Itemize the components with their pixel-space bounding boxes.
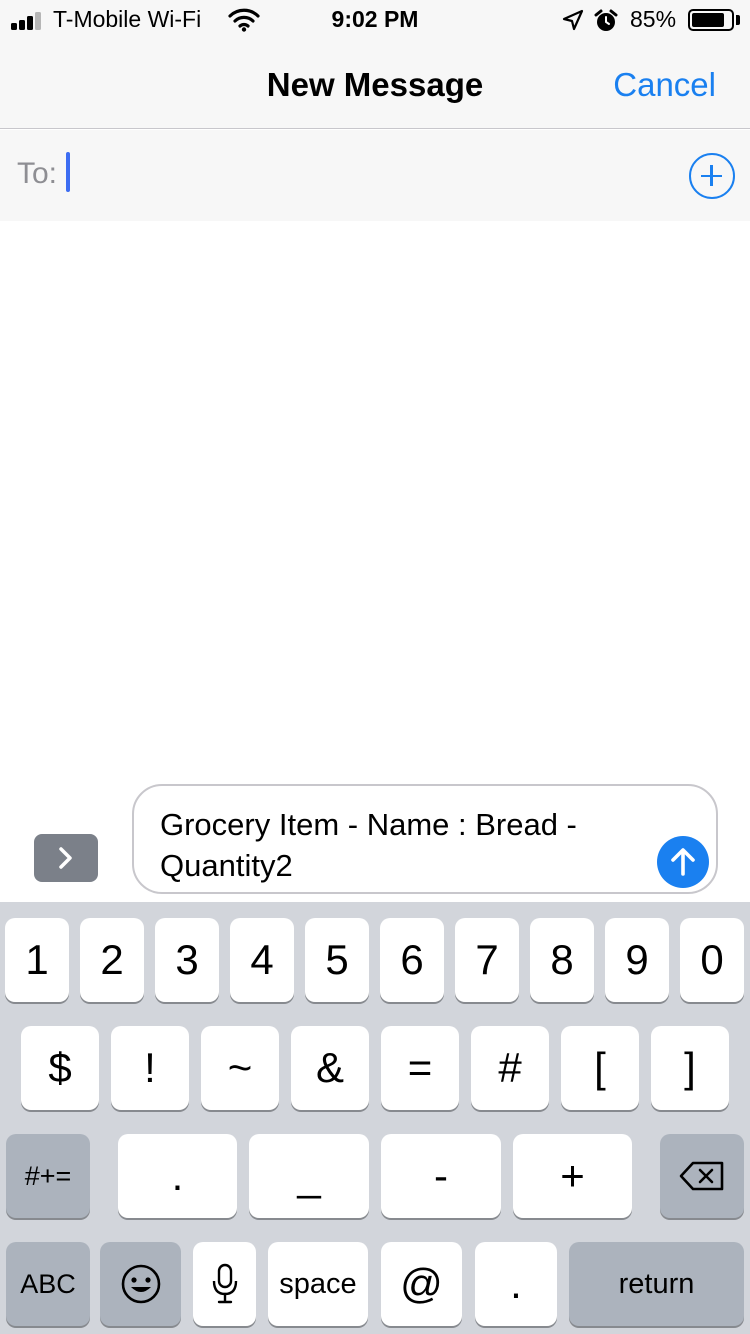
key-equals[interactable]: = (381, 1026, 459, 1110)
status-bar: T-Mobile Wi-Fi 9:02 PM 85% (0, 0, 750, 40)
dictation-key[interactable] (193, 1242, 256, 1326)
key-exclamation[interactable]: ! (111, 1026, 189, 1110)
key-8[interactable]: 8 (530, 918, 594, 1002)
recipient-row: To: (0, 130, 750, 221)
keyboard: 1 2 3 4 5 6 7 8 9 0 $ ! ~ & = # [ ] #+= … (0, 902, 750, 1334)
location-arrow-icon (562, 9, 584, 31)
battery-percentage: 85% (630, 6, 677, 32)
symbols-toggle-key[interactable]: #+= (6, 1134, 90, 1218)
backspace-icon (679, 1161, 724, 1191)
key-5[interactable]: 5 (305, 918, 369, 1002)
key-1[interactable]: 1 (5, 918, 69, 1002)
emoji-key[interactable] (100, 1242, 181, 1326)
apps-expand-button[interactable] (34, 834, 98, 882)
key-plus[interactable]: + (513, 1134, 632, 1218)
key-hyphen[interactable]: - (381, 1134, 501, 1218)
key-dot[interactable]: . (475, 1242, 557, 1326)
microphone-icon (212, 1263, 237, 1304)
battery-nub (736, 15, 740, 25)
key-dollar[interactable]: $ (21, 1026, 99, 1110)
key-underscore[interactable]: _ (249, 1134, 369, 1218)
key-ampersand[interactable]: & (291, 1026, 369, 1110)
key-9[interactable]: 9 (605, 918, 669, 1002)
cancel-button[interactable]: Cancel (613, 66, 716, 104)
to-label: To: (17, 157, 58, 190)
key-hash[interactable]: # (471, 1026, 549, 1110)
arrow-up-icon (671, 848, 695, 876)
chevron-right-icon (59, 847, 72, 869)
key-3[interactable]: 3 (155, 918, 219, 1002)
recipient-input[interactable] (64, 152, 664, 194)
key-at[interactable]: @ (381, 1242, 462, 1326)
space-key[interactable]: space (268, 1242, 368, 1326)
key-open-bracket[interactable]: [ (561, 1026, 639, 1110)
abc-key[interactable]: ABC (6, 1242, 90, 1326)
navigation-bar: New Message Cancel (0, 40, 750, 129)
emoji-icon (121, 1264, 160, 1304)
key-4[interactable]: 4 (230, 918, 294, 1002)
key-period[interactable]: . (118, 1134, 237, 1218)
key-2[interactable]: 2 (80, 918, 144, 1002)
send-button[interactable] (657, 836, 709, 888)
battery-icon (688, 9, 734, 31)
message-input[interactable]: Grocery Item - Name : Bread - Quantity2 (132, 784, 718, 894)
delete-key[interactable] (660, 1134, 744, 1218)
add-contact-icon[interactable] (689, 153, 735, 199)
message-text: Grocery Item - Name : Bread - Quantity2 (160, 807, 577, 883)
key-0[interactable]: 0 (680, 918, 744, 1002)
key-6[interactable]: 6 (380, 918, 444, 1002)
key-tilde[interactable]: ~ (201, 1026, 279, 1110)
key-close-bracket[interactable]: ] (651, 1026, 729, 1110)
key-7[interactable]: 7 (455, 918, 519, 1002)
alarm-clock-icon (594, 9, 618, 31)
return-key[interactable]: return (569, 1242, 744, 1326)
text-cursor (66, 152, 70, 192)
